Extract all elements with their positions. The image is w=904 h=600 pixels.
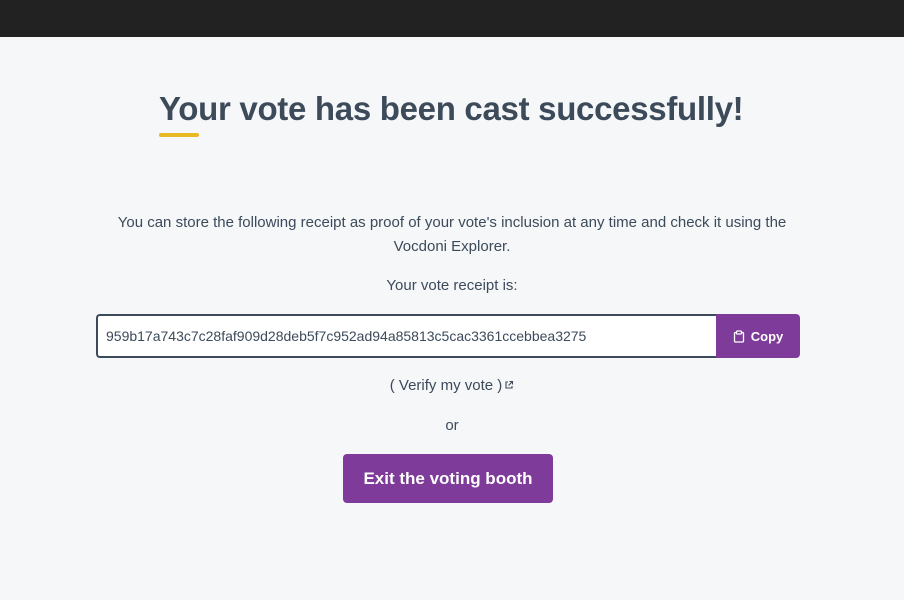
clipboard-icon bbox=[733, 329, 745, 343]
page-title: Your vote has been cast successfully! bbox=[159, 90, 744, 127]
copy-button-label: Copy bbox=[750, 328, 784, 344]
verify-row: ( Verify my vote ) bbox=[0, 376, 904, 396]
receipt-description: You can store the following receipt as p… bbox=[117, 214, 787, 255]
top-bar bbox=[0, 0, 904, 37]
heading-block: Your vote has been cast successfully! bbox=[159, 88, 744, 137]
receipt-label: Your vote receipt is: bbox=[386, 277, 518, 294]
title-underline bbox=[159, 133, 199, 137]
verify-vote-label: ( Verify my vote ) bbox=[389, 377, 503, 394]
receipt-group: Copy bbox=[96, 314, 800, 358]
exit-voting-booth-button[interactable]: Exit the voting booth bbox=[343, 454, 553, 503]
or-separator: or bbox=[445, 417, 459, 434]
verify-vote-link[interactable]: ( Verify my vote ) bbox=[390, 377, 503, 394]
receipt-input[interactable] bbox=[96, 314, 716, 358]
external-link-icon bbox=[504, 376, 514, 396]
copy-button[interactable]: Copy bbox=[716, 314, 800, 358]
